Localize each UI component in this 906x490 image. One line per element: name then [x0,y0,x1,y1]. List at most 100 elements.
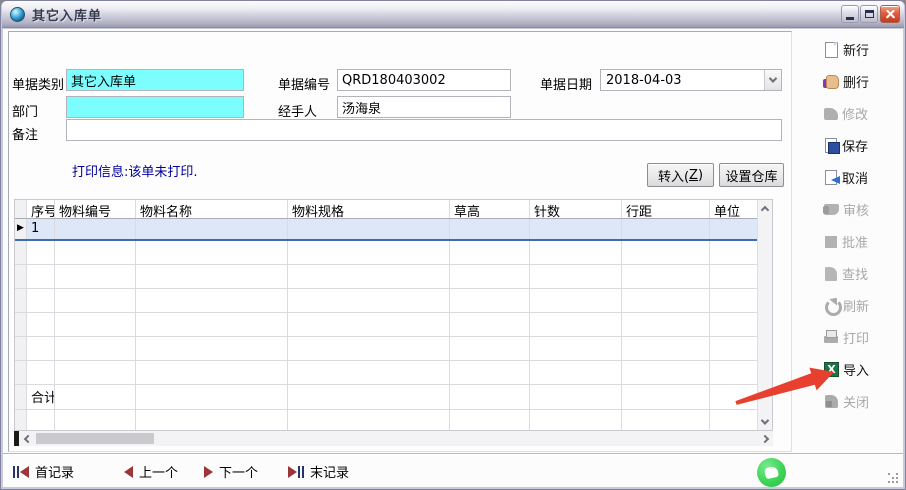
handler-field[interactable] [337,96,511,118]
grid-cell[interactable] [710,337,757,360]
grid-cell[interactable] [622,313,710,336]
transfer-button[interactable]: 转入(Z) [647,163,714,187]
toolbar-button-delete-row[interactable]: 删行 [823,71,899,92]
scroll-right-button[interactable] [758,431,773,446]
close-button[interactable] [880,5,900,23]
maximize-button[interactable] [860,5,878,23]
table-row[interactable] [15,337,757,361]
grid-cell[interactable] [288,289,450,312]
set-warehouse-button[interactable]: 设置仓库 [719,163,784,187]
grid-cell[interactable] [622,337,710,360]
column-header[interactable]: 序号 [27,200,55,218]
grid-cell[interactable] [136,337,288,360]
grid-cell[interactable] [530,313,622,336]
total-row[interactable]: 合计 [15,385,757,410]
doc-date-field[interactable]: 2018-04-03 [600,69,782,91]
grid-cell[interactable] [530,361,622,384]
grid-cell[interactable] [288,313,450,336]
grid-cell[interactable] [710,289,757,312]
grid-cell[interactable] [27,265,55,288]
grid-cell[interactable] [622,241,710,264]
grid-cell[interactable] [288,241,450,264]
grid-cell[interactable] [450,289,530,312]
table-row[interactable]: ▶1 [15,219,757,241]
grid-cell[interactable] [710,241,757,264]
grid-cell[interactable] [27,361,55,384]
column-header[interactable]: 物料编号 [55,200,136,218]
grid-cell[interactable] [27,410,55,430]
table-row[interactable] [15,289,757,313]
toolbar-button-save[interactable]: 保存 [823,135,899,156]
grid-cell[interactable] [55,361,136,384]
column-header[interactable]: 物料规格 [288,200,450,218]
grid-cell[interactable]: 合计 [27,385,55,409]
grid-cell[interactable] [710,219,757,239]
grid-cell[interactable] [136,289,288,312]
grid-cell[interactable] [55,289,136,312]
department-field[interactable] [66,96,244,118]
grid-cell[interactable] [55,313,136,336]
scroll-left-button[interactable] [19,431,34,446]
table-row[interactable] [15,265,757,289]
grid-cell[interactable] [622,361,710,384]
horizontal-scrollbar[interactable] [14,431,773,446]
grid-cell[interactable] [450,241,530,264]
grid-cell[interactable] [622,265,710,288]
grid-cell[interactable] [288,219,450,239]
grid-cell[interactable] [27,289,55,312]
grid-cell[interactable] [450,361,530,384]
next-button[interactable]: 下一个 [204,462,258,481]
grid-cell[interactable] [622,289,710,312]
previous-button[interactable]: 上一个 [124,462,178,481]
grid-cell[interactable] [710,385,757,409]
grid-cell[interactable] [136,241,288,264]
first-record-button[interactable]: 首记录 [13,462,74,481]
grid-cell[interactable] [288,265,450,288]
doc-type-field[interactable] [66,69,244,91]
grid-cell[interactable] [55,219,136,239]
grid-cell[interactable] [710,265,757,288]
doc-no-field[interactable] [337,69,511,91]
grid-cell[interactable] [530,385,622,409]
grid-cell[interactable] [530,265,622,288]
scroll-up-button[interactable] [758,200,773,216]
grid-cell[interactable] [450,385,530,409]
horizontal-scroll-thumb[interactable] [36,433,154,444]
grid-cell[interactable] [55,265,136,288]
remark-field[interactable] [66,119,782,141]
column-header[interactable]: 草高 [450,200,530,218]
grid-cell[interactable]: 1 [27,219,55,239]
grid-cell[interactable] [136,265,288,288]
column-header[interactable]: 针数 [530,200,622,218]
table-row[interactable] [15,361,757,385]
grid-cell[interactable] [288,385,450,409]
grid-cell[interactable] [622,219,710,239]
vertical-scrollbar[interactable] [757,200,772,430]
grid-cell[interactable] [450,410,530,430]
grid-cell[interactable] [622,410,710,430]
doc-date-dropdown-button[interactable] [764,70,781,90]
resize-grip[interactable] [888,473,900,485]
grid-cell[interactable] [530,289,622,312]
table-row[interactable] [15,313,757,337]
grid-cell[interactable] [530,219,622,239]
grid-cell[interactable] [136,385,288,409]
grid-cell[interactable] [288,361,450,384]
grid-cell[interactable] [530,410,622,430]
grid-cell[interactable] [450,265,530,288]
grid-cell[interactable] [288,410,450,430]
grid-cell[interactable] [136,361,288,384]
column-header[interactable]: 行距 [622,200,710,218]
grid-cell[interactable] [530,241,622,264]
grid-cell[interactable] [55,241,136,264]
grid-cell[interactable] [27,241,55,264]
table-row[interactable] [15,241,757,265]
grid-cell[interactable] [27,313,55,336]
grid-cell[interactable] [136,219,288,239]
minimize-button[interactable] [841,5,859,23]
toolbar-button-import[interactable]: 导入 [823,359,899,380]
grid-cell[interactable] [450,313,530,336]
confirm-overlay-icon[interactable] [757,458,786,487]
column-header[interactable]: 单位 [710,200,757,218]
grid-header-row[interactable]: 序号物料编号物料名称物料规格草高针数行距单位 [15,200,757,219]
